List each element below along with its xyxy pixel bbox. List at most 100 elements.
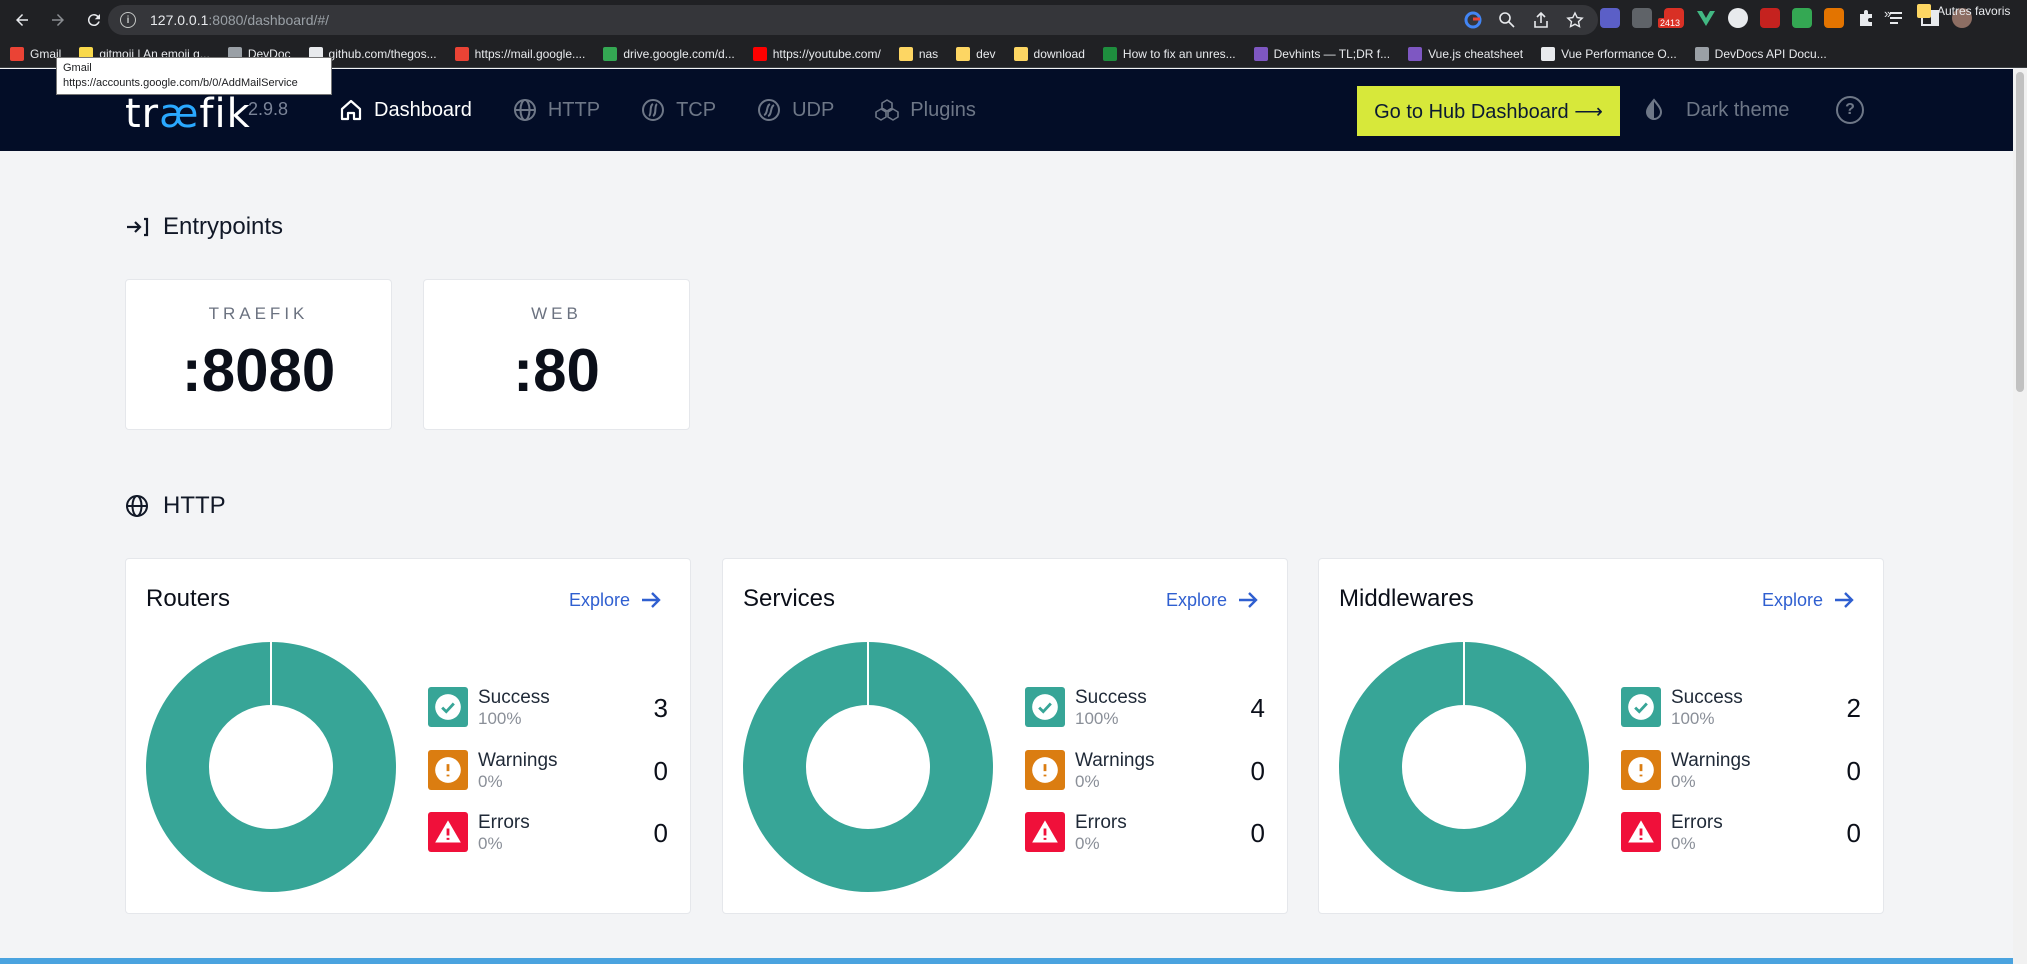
bookmark-label: Vue Performance O... <box>1561 46 1677 61</box>
nav-plugins[interactable]: Plugins <box>874 93 976 127</box>
extension-icon[interactable] <box>1600 8 1620 28</box>
dark-theme-label: Dark theme <box>1686 98 1790 121</box>
status-errors-row: Errors 0% 0 <box>1621 812 1861 853</box>
go-to-hub-dashboard-button[interactable]: Go to Hub Dashboard ⟶ <box>1357 86 1620 136</box>
check-circle-icon <box>1032 694 1058 720</box>
explore-link[interactable]: Explore <box>1166 589 1259 611</box>
bookmark-star-icon[interactable] <box>1566 11 1584 29</box>
explore-link[interactable]: Explore <box>1762 589 1855 611</box>
warning-triangle-icon <box>1032 820 1058 843</box>
bookmark-favicon-icon <box>1694 46 1709 61</box>
bookmark-item[interactable]: dev <box>956 46 996 61</box>
status-donut-chart <box>1339 642 1589 892</box>
bookmark-label: drive.google.com/d... <box>623 46 735 61</box>
status-count: 0 <box>1846 756 1861 786</box>
bookmark-item[interactable]: Vue Performance O... <box>1541 46 1677 61</box>
dark-theme-toggle[interactable]: Dark theme <box>1642 98 1789 122</box>
bookmark-tooltip: Gmail https://accounts.google.com/b/0/Ad… <box>56 57 332 95</box>
status-badge <box>428 812 468 852</box>
other-bookmarks[interactable]: Autres favoris <box>1917 4 2010 18</box>
help-icon[interactable]: ? <box>1836 96 1864 124</box>
bookmark-item[interactable]: Devhints — TL;DR f... <box>1253 46 1390 61</box>
bookmark-label: DevDocs API Docu... <box>1714 46 1827 61</box>
status-badge <box>428 750 468 790</box>
status-badge <box>1025 687 1065 727</box>
bookmark-item[interactable]: DevDocs API Docu... <box>1694 46 1827 61</box>
extension-icon[interactable] <box>1792 8 1812 28</box>
bookmark-item[interactable]: drive.google.com/d... <box>603 46 735 61</box>
mail-extension-icon[interactable]: 2413 <box>1658 8 1684 28</box>
bookmark-favicon-icon <box>1253 46 1268 61</box>
vue-devtools-icon[interactable] <box>1696 8 1716 28</box>
entrypoint-port: :80 <box>513 337 600 404</box>
bookmark-label: Vue.js cheatsheet <box>1428 46 1524 61</box>
url-host: 127.0.0.1 <box>150 12 209 28</box>
extension-icon[interactable] <box>1632 8 1652 28</box>
metamask-icon[interactable] <box>1824 8 1844 28</box>
ublock-icon[interactable] <box>1760 8 1780 28</box>
entrypoint-port: :8080 <box>181 337 336 404</box>
site-info-icon[interactable]: i <box>120 12 136 28</box>
bookmark-favicon-icon <box>956 46 971 61</box>
address-bar[interactable]: i 127.0.0.1:8080/dashboard/#/ <box>108 5 1598 35</box>
status-label: Warnings <box>478 750 558 771</box>
back-button[interactable] <box>8 6 36 34</box>
status-percentage: 0% <box>1671 834 1696 853</box>
tooltip-url: https://accounts.google.com/b/0/AddMailS… <box>63 77 298 89</box>
bookmark-favicon-icon <box>898 46 913 61</box>
status-label: Warnings <box>1075 750 1155 771</box>
status-count: 0 <box>1250 756 1265 786</box>
bookmarks-overflow-button[interactable]: » <box>1884 6 1891 21</box>
bookmark-item[interactable]: nas <box>898 46 938 61</box>
puzzle-icon[interactable] <box>1856 8 1876 28</box>
zoom-icon[interactable] <box>1498 11 1516 29</box>
bookmark-item[interactable]: https://mail.google.... <box>454 46 585 61</box>
status-percentage: 0% <box>1671 772 1696 791</box>
bookmark-item[interactable]: Vue.js cheatsheet <box>1408 46 1524 61</box>
share-icon[interactable] <box>1532 11 1550 29</box>
url-text[interactable]: 127.0.0.1:8080/dashboard/#/ <box>150 12 329 28</box>
scrollbar-thumb[interactable] <box>2016 72 2024 392</box>
status-success-row: Success 100% 3 <box>428 687 668 728</box>
reload-button[interactable] <box>80 6 108 34</box>
bookmark-label: dev <box>976 46 996 61</box>
extension-icon[interactable] <box>1728 8 1748 28</box>
status-percentage: 100% <box>1075 709 1119 728</box>
bookmark-label: github.com/thegos... <box>328 46 437 61</box>
bookmark-item[interactable]: download <box>1013 46 1085 61</box>
bookmark-favicon-icon <box>603 46 618 61</box>
other-bookmarks-label: Autres favoris <box>1937 4 2011 18</box>
status-percentage: 0% <box>478 772 503 791</box>
forward-button[interactable] <box>44 6 72 34</box>
nav-label: HTTP <box>547 98 601 121</box>
page-bottom-border <box>0 958 2013 964</box>
bookmark-item[interactable]: How to fix an unres... <box>1102 46 1236 61</box>
status-percentage: 100% <box>1671 709 1715 728</box>
bookmark-item[interactable]: Gmail <box>10 46 61 61</box>
nav-udp[interactable]: UDP <box>756 93 834 127</box>
bookmark-favicon-icon <box>752 46 767 61</box>
status-count: 0 <box>1250 818 1265 848</box>
explore-link[interactable]: Explore <box>569 589 662 611</box>
bookmark-label: How to fix an unres... <box>1122 46 1236 61</box>
status-badge <box>1025 812 1065 852</box>
nav-label: UDP <box>792 98 835 121</box>
reload-icon <box>87 14 100 27</box>
nav-http[interactable]: HTTP <box>512 93 600 127</box>
traefik-logo[interactable]: træfik <box>125 91 251 137</box>
http-middlewares-card: Middlewares Explore Success 100% 2 Warnings 0%… <box>1318 558 1884 914</box>
status-count: 4 <box>1250 693 1265 723</box>
entrypoints-section-title: Entrypoints <box>125 213 283 241</box>
nav-tcp[interactable]: TCP <box>640 93 716 127</box>
tcp-icon <box>642 99 665 121</box>
check-circle-icon <box>435 694 461 720</box>
nav-dashboard[interactable]: Dashboard <box>338 93 472 127</box>
bookmark-item[interactable]: https://youtube.com/ <box>752 46 881 61</box>
status-percentage: 0% <box>478 834 503 853</box>
status-count: 0 <box>1846 818 1861 848</box>
google-lens-icon[interactable] <box>1464 11 1482 29</box>
globe-icon <box>126 495 148 517</box>
section-heading: HTTP <box>163 492 226 519</box>
status-label: Success <box>1075 687 1147 708</box>
bookmark-favicon-icon <box>1102 46 1117 61</box>
